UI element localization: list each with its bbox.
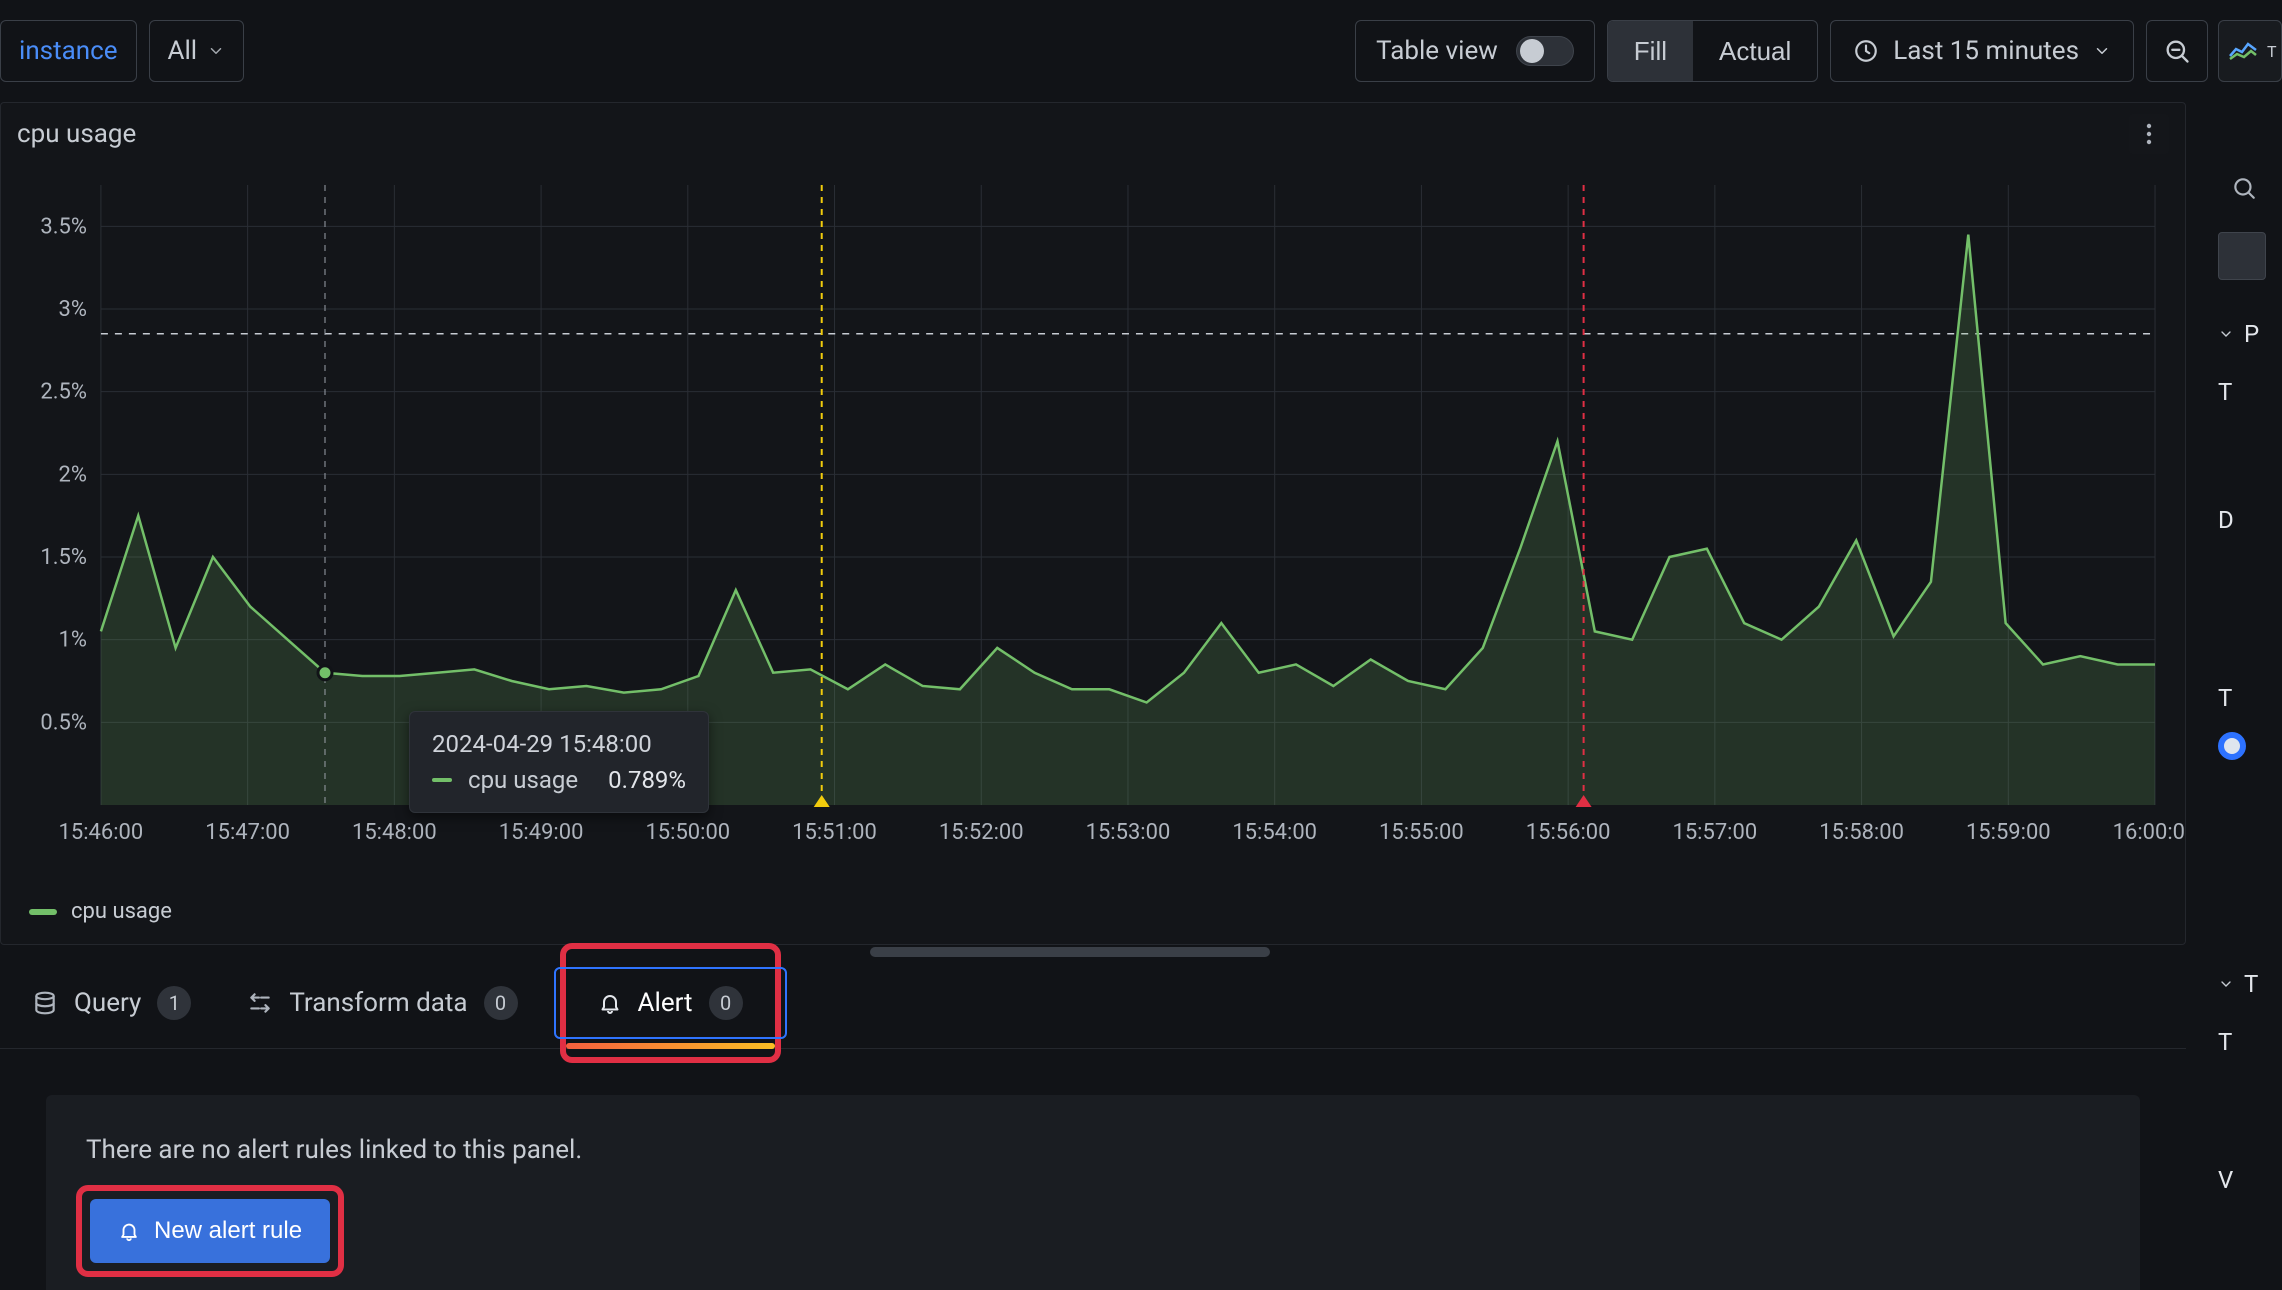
template-variable-name[interactable]: instance <box>0 20 137 82</box>
highlight-alert-tab: Alert 0 <box>570 953 771 1053</box>
tooltip-swatch-icon <box>432 778 452 782</box>
bell-icon <box>118 1220 140 1242</box>
chart-panel: cpu usage 0.5% 1% 1.5% 2% 2.5% 3% 3.5% 15:46:00… <box>0 102 2186 945</box>
svg-text:15:47:00: 15:47:00 <box>205 820 290 845</box>
option-description-label: D <box>2218 506 2282 534</box>
alert-empty-card: There are no alert rules linked to this … <box>46 1095 2140 1290</box>
option-radio[interactable] <box>2218 732 2246 760</box>
svg-text:15:52:00: 15:52:00 <box>939 820 1024 845</box>
svg-text:15:51:00: 15:51:00 <box>792 820 877 845</box>
chart-tooltip: 2024-04-29 15:48:00 cpu usage 0.789% <box>409 711 709 813</box>
timeseries-icon <box>2229 41 2257 61</box>
chart-legend[interactable]: cpu usage <box>1 885 2185 944</box>
zoom-out-button[interactable] <box>2146 20 2208 82</box>
options-filter-box[interactable] <box>2218 232 2266 280</box>
variable-name-text: instance <box>19 36 118 66</box>
tab-transform-label: Transform data <box>289 988 467 1018</box>
svg-text:15:55:00: 15:55:00 <box>1379 820 1464 845</box>
section-label: T <box>2244 970 2258 998</box>
tooltip-series: cpu usage <box>468 766 578 794</box>
tooltip-value: 0.789% <box>608 766 686 794</box>
options-sidebar: T P T D T T T V <box>2218 0 2282 1290</box>
section-tooltip[interactable]: T <box>2218 970 2282 998</box>
editor-tabs: Query 1 Transform data 0 Alert 0 <box>0 957 2186 1049</box>
tab-alert-label: Alert <box>638 988 693 1018</box>
search-icon <box>2231 175 2257 201</box>
new-alert-rule-label: New alert rule <box>154 1217 302 1245</box>
svg-text:3.5%: 3.5% <box>40 214 87 239</box>
svg-text:15:48:00: 15:48:00 <box>352 820 437 845</box>
transform-icon <box>247 990 273 1016</box>
table-view-label: Table view <box>1376 36 1498 66</box>
svg-text:1%: 1% <box>58 628 86 653</box>
table-view-toggle[interactable]: Table view <box>1355 20 1595 82</box>
fill-button[interactable]: Fill <box>1608 21 1693 81</box>
option-tooltip-mode-label: T <box>2218 1028 2282 1056</box>
horizontal-scrollbar[interactable] <box>0 947 2186 957</box>
svg-text:0.5%: 0.5% <box>40 710 87 735</box>
chevron-down-icon <box>2218 326 2234 342</box>
panel-menu-button[interactable] <box>2129 114 2169 154</box>
tab-alert-count: 0 <box>709 986 743 1020</box>
option-title-label: T <box>2218 378 2282 406</box>
svg-text:2.5%: 2.5% <box>40 380 87 405</box>
chevron-down-icon <box>2093 42 2111 60</box>
kebab-icon <box>2146 122 2152 146</box>
panel-header: cpu usage <box>1 103 2185 165</box>
visualization-picker[interactable]: T <box>2218 20 2282 82</box>
variable-value-text: All <box>168 36 198 66</box>
option-values-label: V <box>2218 1166 2282 1194</box>
tab-transform-count: 0 <box>484 986 518 1020</box>
svg-text:15:46:00: 15:46:00 <box>59 820 144 845</box>
editor-toolbar: instance All Table view Fill Actual Last… <box>0 0 2282 102</box>
time-range-text: Last 15 minutes <box>1893 36 2079 66</box>
panel-title: cpu usage <box>17 119 136 149</box>
tab-query-count: 1 <box>157 986 191 1020</box>
svg-text:15:49:00: 15:49:00 <box>499 820 584 845</box>
chart-area[interactable]: 0.5% 1% 1.5% 2% 2.5% 3% 3.5% 15:46:00 15:47:00 15… <box>1 165 2185 885</box>
chevron-down-icon <box>207 42 225 60</box>
switch-icon <box>1516 36 1574 66</box>
svg-text:1.5%: 1.5% <box>40 545 87 570</box>
chevron-down-icon <box>2218 976 2234 992</box>
option-transparent-label: T <box>2218 684 2282 712</box>
svg-text:15:53:00: 15:53:00 <box>1086 820 1171 845</box>
tab-transform[interactable]: Transform data 0 <box>243 957 521 1049</box>
fill-actual-segment: Fill Actual <box>1607 20 1818 82</box>
tab-alert[interactable]: Alert 0 <box>574 957 767 1049</box>
tab-query[interactable]: Query 1 <box>28 957 195 1049</box>
svg-text:15:58:00: 15:58:00 <box>1819 820 1904 845</box>
template-variable-value[interactable]: All <box>149 20 245 82</box>
svg-text:16:00:00: 16:00:00 <box>2113 820 2185 845</box>
section-panel-options[interactable]: P <box>2218 320 2282 348</box>
svg-text:15:54:00: 15:54:00 <box>1232 820 1317 845</box>
database-icon <box>32 990 58 1016</box>
time-range-button[interactable]: Last 15 minutes <box>1830 20 2134 82</box>
legend-swatch-icon <box>29 909 57 915</box>
svg-text:15:50:00: 15:50:00 <box>645 820 730 845</box>
alert-empty-text: There are no alert rules linked to this … <box>86 1135 2100 1165</box>
bell-icon <box>598 991 622 1015</box>
actual-button[interactable]: Actual <box>1693 21 1817 81</box>
svg-text:15:56:00: 15:56:00 <box>1526 820 1611 845</box>
svg-text:2%: 2% <box>58 462 86 487</box>
highlight-new-alert-rule: New alert rule <box>86 1195 334 1267</box>
clock-icon <box>1853 38 1879 64</box>
legend-label: cpu usage <box>71 899 172 924</box>
new-alert-rule-button[interactable]: New alert rule <box>90 1199 330 1263</box>
tab-query-label: Query <box>74 988 141 1018</box>
svg-text:3%: 3% <box>58 297 86 322</box>
svg-text:15:59:00: 15:59:00 <box>1966 820 2051 845</box>
svg-text:15:57:00: 15:57:00 <box>1673 820 1758 845</box>
options-search[interactable] <box>2218 162 2270 214</box>
alert-tab-body: There are no alert rules linked to this … <box>0 1049 2186 1290</box>
viz-picker-label: T <box>2267 42 2277 61</box>
tooltip-timestamp: 2024-04-29 15:48:00 <box>432 730 686 758</box>
section-label: P <box>2244 320 2259 348</box>
